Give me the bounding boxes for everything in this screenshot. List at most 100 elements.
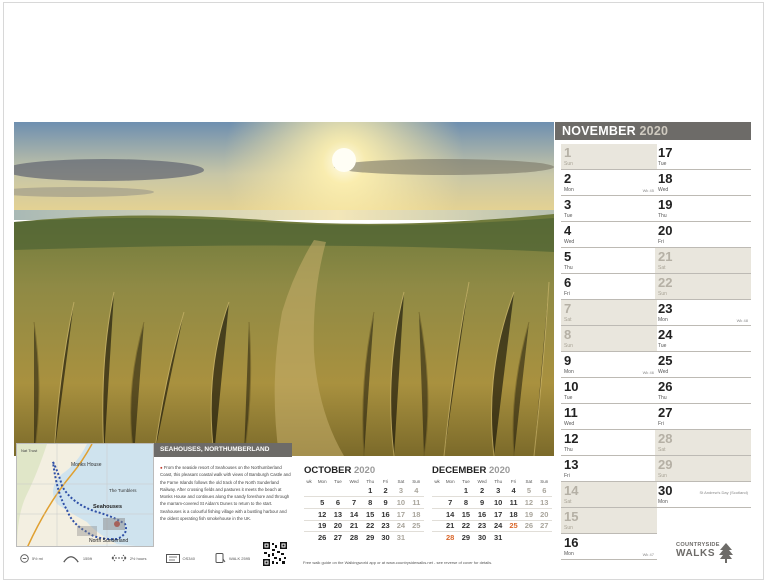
day-name: Wed — [564, 239, 575, 245]
day-number: 29 — [658, 457, 673, 472]
date-cell: 24 — [393, 519, 409, 532]
weekday-header: Thu — [366, 478, 375, 484]
day-number: 12 — [564, 431, 579, 446]
map-icon — [165, 553, 180, 563]
date-cell: 9 — [473, 496, 491, 509]
day-number: 11 — [564, 405, 578, 420]
day-name: Wed — [658, 369, 669, 375]
date-cell — [408, 531, 424, 544]
date-cell: 25 — [408, 519, 424, 532]
week-row: 5 6 7 8 9 10 11 — [304, 496, 424, 509]
day-cell: 25 Wed — [655, 352, 751, 378]
month-header: NOVEMBER 2020 — [555, 122, 751, 140]
date-cell: 8 — [362, 496, 378, 509]
day-name: Fri — [564, 291, 570, 297]
day-name: Tue — [564, 213, 573, 219]
day-name: Sat — [564, 499, 572, 505]
week-row: 21 22 23 24 25 26 27 — [432, 519, 552, 532]
week-row: 19 20 21 22 23 24 25 — [304, 519, 424, 532]
distance-icon — [20, 553, 29, 563]
date-cell: 12 — [521, 496, 537, 509]
date-cell: 7 — [442, 496, 459, 509]
weekday-header: Sat — [525, 478, 533, 484]
day-name: Mon — [564, 369, 574, 375]
date-cell — [330, 485, 345, 497]
day-name: Tue — [658, 161, 667, 167]
date-cell — [432, 496, 443, 509]
date-cell — [346, 485, 363, 497]
date-cell: 14 — [345, 507, 363, 521]
day-name: Fri — [658, 421, 664, 427]
bullet-icon: ● — [160, 465, 163, 470]
week-number: Wk 48 — [736, 318, 748, 323]
date-cell: 15 — [362, 507, 378, 521]
day-name: Sun — [564, 525, 573, 531]
date-cell: 12 — [314, 507, 331, 521]
day-number: 24 — [658, 327, 673, 342]
day-number: 16 — [564, 535, 579, 550]
day-cell: 14 Sat — [561, 482, 657, 508]
day-cell: 29 Sun — [655, 456, 751, 482]
mini-calendar-december: DECEMBER 2020 wk Mon Tue Wed Thu Fri Sat Sun 1 2 3… — [432, 465, 552, 544]
days-column-right: 17 Tue 18 Wed 19 Thu 20 Fri 21 Sat 22 Sun 23 Mon Wk 48… — [655, 144, 751, 508]
day-cell: 28 Sat — [655, 430, 751, 456]
day-name: Sun — [658, 291, 667, 297]
walk-description-text: From the seaside resort of Seahouses on … — [160, 465, 291, 522]
day-number: 2 — [564, 171, 572, 186]
stat-time: 2½ hours — [111, 554, 147, 562]
date-cell: 9 — [377, 496, 394, 509]
day-cell: 8 Sun — [561, 326, 657, 352]
date-cell: 3 — [496, 486, 501, 496]
mini-calendar-october: OCTOBER 2020 wk Mon Tue Wed Thu Fri Sat Sun 1 2 3 4… — [304, 465, 424, 544]
date-cell: 13 — [330, 507, 346, 521]
day-cell: 1 Sun — [561, 144, 657, 170]
mini-month-year: 2020 — [489, 465, 511, 476]
stat-time-label: 2½ hours — [129, 555, 147, 561]
date-cell — [505, 531, 522, 544]
date-cell: 29 — [458, 531, 474, 544]
date-cell: 14 — [442, 507, 459, 521]
stat-ascent: 155ft — [62, 554, 92, 563]
day-cell: 17 Tue — [655, 144, 751, 170]
day-number: 10 — [564, 379, 579, 394]
day-number: 4 — [564, 223, 572, 238]
week-row: 28 29 30 31 — [432, 531, 552, 544]
day-cell: 21 Sat — [655, 248, 751, 274]
weekday-header: wk — [434, 478, 440, 484]
stat-map-label: OS340 — [182, 555, 195, 561]
week-row: 12 345 6 — [432, 485, 552, 497]
date-cell: 18 — [505, 507, 522, 521]
date-cell: 8 — [458, 496, 474, 509]
weekday-header: Fri — [382, 478, 389, 484]
month-name: NOVEMBER — [562, 124, 636, 138]
day-cell: 26 Thu — [655, 378, 751, 404]
day-note: St Andrew's Day (Scotland) — [699, 490, 748, 495]
month-year: 2020 — [639, 124, 669, 138]
date-cell: 26 — [521, 519, 537, 532]
stat-distance: 5½ mi — [20, 553, 43, 563]
day-name: Mon — [564, 551, 574, 557]
date-cell: 28 — [345, 531, 363, 544]
date-cell — [432, 507, 443, 521]
qr-code[interactable] — [262, 541, 288, 567]
day-name: Fri — [564, 473, 570, 479]
day-name: Sun — [658, 473, 667, 479]
date-cell: 11 — [505, 496, 522, 509]
day-cell: 2 Mon Wk 45 — [561, 170, 657, 196]
date-cell: 6 — [542, 486, 547, 496]
day-number: 15 — [564, 509, 579, 524]
day-cell: 12 Thu — [561, 430, 657, 456]
day-cell: 5 Thu — [561, 248, 657, 274]
weekday-header: wk — [306, 478, 312, 484]
tree-icon — [719, 543, 733, 563]
route-map: Monks House Seahouses The Tumblers North… — [16, 443, 154, 547]
stat-ascent-label: 155ft — [82, 555, 92, 561]
day-number: 18 — [658, 171, 673, 186]
countryside-walks-logo: COUNTRYSIDE WALKS — [676, 542, 736, 563]
weekday-header: Wed — [349, 478, 359, 484]
day-cell: 23 Mon Wk 48 — [655, 300, 751, 326]
weekday-header: Sun — [540, 478, 549, 484]
day-name: Thu — [564, 265, 573, 271]
date-cell: 4 — [414, 486, 419, 496]
day-cell: 27 Fri — [655, 404, 751, 430]
